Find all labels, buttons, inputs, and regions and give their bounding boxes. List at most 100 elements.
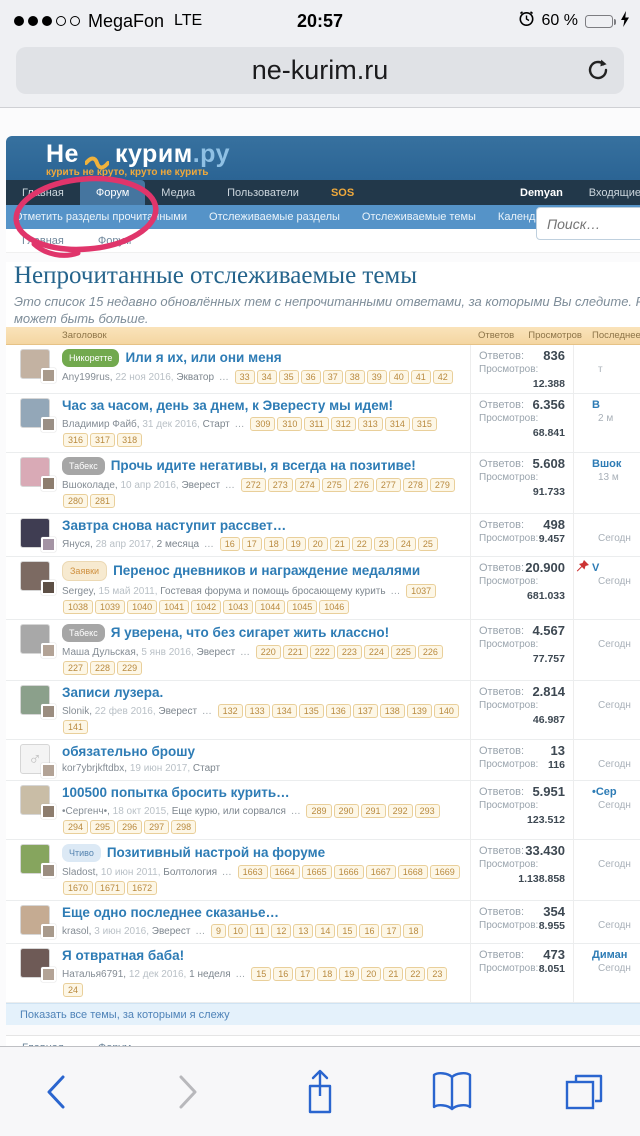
page-link[interactable]: 1037 (406, 584, 437, 598)
page-link[interactable]: 38 (344, 370, 365, 384)
page-link[interactable]: 141 (63, 720, 89, 734)
thread-section[interactable]: 1 неделя (189, 969, 231, 980)
thread-row[interactable]: Никоретте Или я их, или они меня Any199rus… (6, 345, 640, 394)
page-link[interactable]: 1666 (333, 865, 364, 879)
page-link[interactable]: 14 (315, 924, 336, 938)
page-link[interactable]: 10 (228, 924, 249, 938)
thread-title-link[interactable]: Записи лузера. (62, 685, 163, 701)
tabs-icon[interactable] (562, 1070, 606, 1114)
last-poster-avatar[interactable] (41, 967, 56, 982)
page-link[interactable]: 140 (433, 704, 459, 718)
page-link[interactable]: 37 (322, 370, 343, 384)
thread-author[interactable]: Маша Дульская, (62, 647, 139, 658)
subnav-item[interactable]: Отслеживаемые темы (362, 211, 476, 223)
subnav-item[interactable]: Отметить разделы прочитанными (14, 211, 187, 223)
page-link[interactable]: 9 (211, 924, 227, 938)
last-message-time[interactable]: Сегодн (574, 858, 640, 871)
page-link[interactable]: 23 (427, 967, 448, 981)
avatar[interactable] (20, 349, 56, 383)
avatar[interactable] (20, 685, 56, 719)
page-link[interactable]: 292 (387, 804, 413, 818)
page-link[interactable]: 25 (417, 537, 438, 551)
page-link[interactable]: 221 (282, 645, 308, 659)
last-message-user[interactable]: Вшок (574, 458, 640, 471)
page-link[interactable]: 1672 (127, 881, 158, 895)
page-link[interactable]: 135 (298, 704, 324, 718)
last-message-user[interactable] (574, 745, 640, 758)
last-message-time[interactable]: Сегодн (574, 799, 640, 812)
page-link[interactable]: 13 (293, 924, 314, 938)
page-link[interactable]: 23 (373, 537, 394, 551)
last-message-time[interactable]: Сегодн (574, 962, 640, 975)
nav-tab-sos[interactable]: SOS (315, 180, 370, 205)
last-message-user[interactable] (574, 625, 640, 638)
page-link[interactable]: 21 (329, 537, 350, 551)
thread-author[interactable]: Any199rus, (62, 372, 113, 383)
thread-title-link[interactable]: Перенос дневников и награждение медалями (113, 563, 420, 579)
last-message-time[interactable]: 2 м (574, 412, 640, 425)
page-link[interactable]: 1038 (63, 600, 94, 614)
breadcrumb-item[interactable]: Форум (98, 235, 131, 247)
last-poster-avatar[interactable] (41, 924, 56, 939)
page-link[interactable]: 318 (117, 433, 143, 447)
page-link[interactable]: 316 (63, 433, 89, 447)
search-input[interactable] (536, 207, 640, 240)
page-link[interactable]: 223 (336, 645, 362, 659)
page-link[interactable]: 137 (352, 704, 378, 718)
nav-tab-пользователи[interactable]: Пользователи (211, 180, 315, 205)
page-link[interactable]: 39 (366, 370, 387, 384)
page-link[interactable]: 279 (429, 478, 455, 492)
thread-author[interactable]: Slonik, (62, 706, 92, 717)
thread-section[interactable]: Эверест (181, 480, 220, 491)
page-link[interactable]: 1043 (223, 600, 254, 614)
page-link[interactable]: 295 (90, 820, 116, 834)
page-link[interactable]: 220 (255, 645, 281, 659)
last-poster-avatar[interactable] (41, 537, 56, 552)
page-link[interactable]: 228 (90, 661, 116, 675)
page-link[interactable]: 281 (90, 494, 116, 508)
page-link[interactable]: 139 (406, 704, 432, 718)
avatar[interactable] (20, 398, 56, 432)
last-poster-avatar[interactable] (41, 763, 56, 778)
thread-section[interactable]: Экватор (176, 372, 214, 383)
bookmarks-icon[interactable] (430, 1070, 474, 1114)
last-message-user[interactable] (574, 845, 640, 858)
page-link[interactable]: 280 (63, 494, 89, 508)
page-link[interactable]: 22 (405, 967, 426, 981)
breadcrumb-item[interactable]: Главная (22, 235, 64, 247)
page-link[interactable]: 291 (360, 804, 386, 818)
page-link[interactable]: 1044 (255, 600, 286, 614)
page-link[interactable]: 11 (250, 924, 270, 938)
page-link[interactable]: 18 (317, 967, 338, 981)
page-link[interactable]: 41 (410, 370, 431, 384)
page-link[interactable]: 1039 (95, 600, 126, 614)
thread-section[interactable]: Эверест (158, 706, 197, 717)
page-link[interactable]: 17 (381, 924, 402, 938)
page-link[interactable]: 19 (339, 967, 360, 981)
thread-author[interactable]: Владимир Файб, (62, 419, 140, 430)
page-link[interactable]: 229 (117, 661, 143, 675)
nav-tab-главная[interactable]: Главная (6, 180, 80, 205)
thread-section[interactable]: Болтология (163, 867, 217, 878)
page-link[interactable]: 225 (390, 645, 416, 659)
avatar[interactable] (20, 457, 56, 491)
page-link[interactable]: 35 (278, 370, 299, 384)
thread-row[interactable]: Заявки Перенос дневников и награждение ме… (6, 557, 640, 620)
thread-row[interactable]: Записи лузера. Slonik, 22 фев 2016, Эвере… (6, 681, 640, 740)
last-message-user[interactable] (574, 519, 640, 532)
page-link[interactable]: 275 (321, 478, 347, 492)
page-link[interactable]: 20 (307, 537, 328, 551)
page-link[interactable]: 276 (348, 478, 374, 492)
thread-section[interactable]: Эверест (197, 647, 236, 658)
site-logo[interactable]: Не курим.ру (46, 140, 640, 169)
page-link[interactable]: 1045 (287, 600, 318, 614)
page-link[interactable]: 278 (402, 478, 428, 492)
page-link[interactable]: 20 (361, 967, 382, 981)
thread-section[interactable]: Эверест (152, 926, 191, 937)
thread-title-link[interactable]: Позитивный настрой на форуме (107, 845, 325, 861)
last-message-user[interactable] (574, 350, 640, 363)
page-link[interactable]: 15 (337, 924, 358, 938)
last-message-time[interactable]: Сегодн (574, 575, 640, 588)
page-link[interactable]: 298 (171, 820, 197, 834)
last-message-time[interactable]: Сегодн (574, 638, 640, 651)
